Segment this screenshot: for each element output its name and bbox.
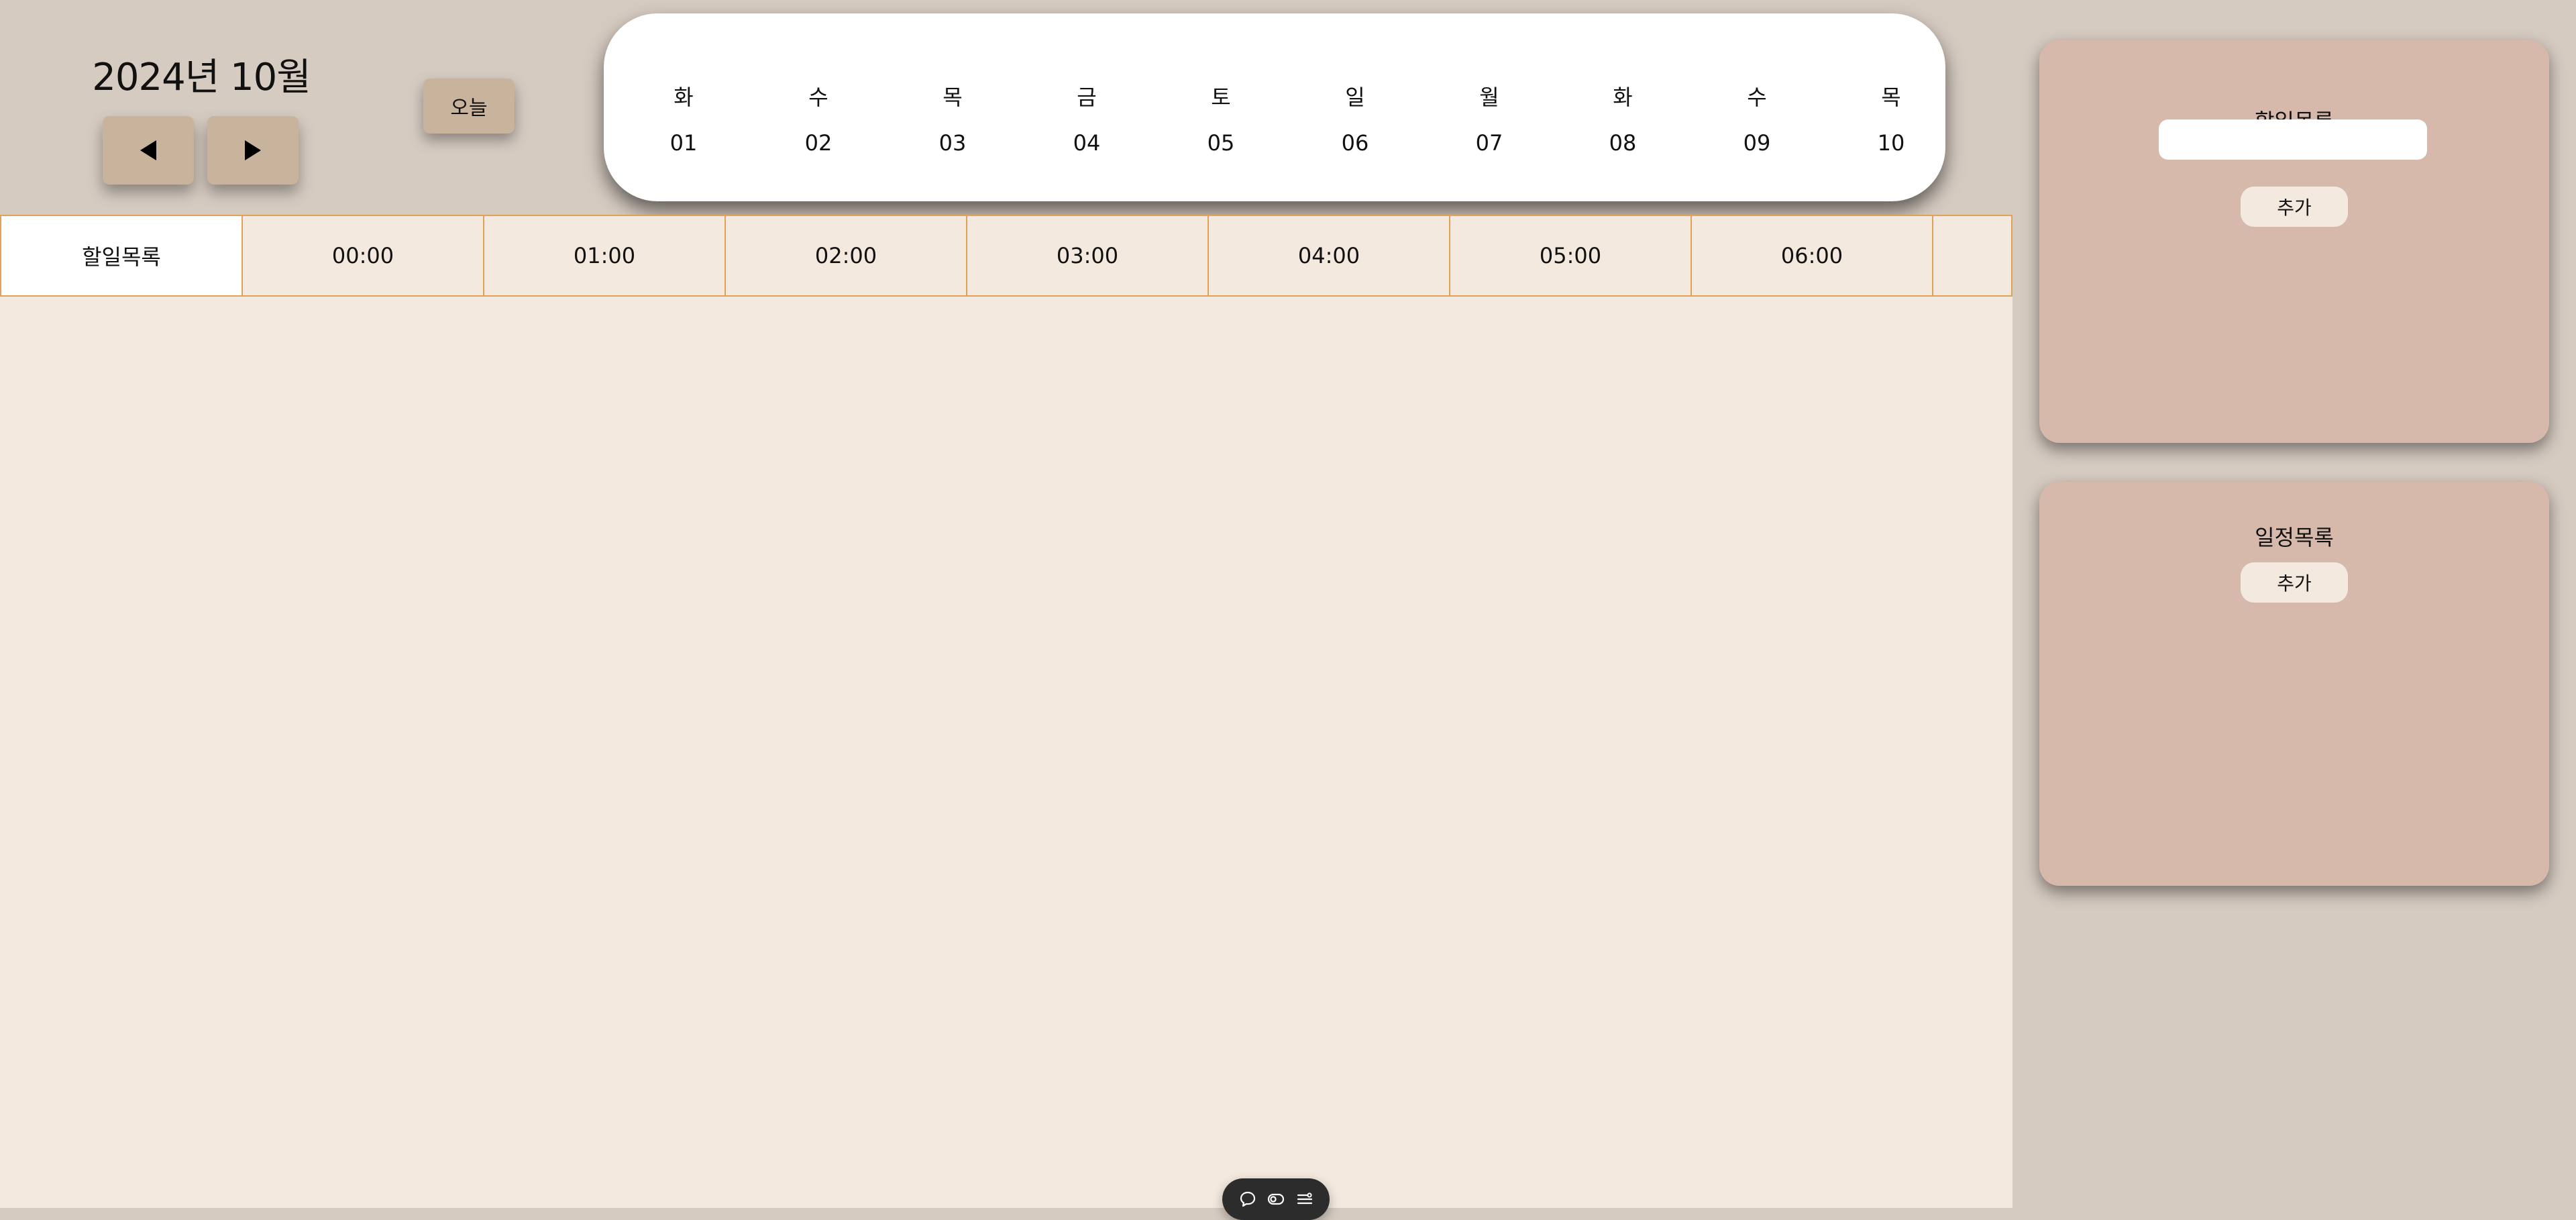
today-button[interactable]: 오늘 [423,79,515,134]
date-item[interactable]: 화 01 [643,13,724,201]
hour-header: 05:00 [1450,216,1692,295]
date-day: 10 [1877,130,1905,156]
date-weekday: 목 [1881,85,1901,110]
toggle-icon[interactable] [1266,1189,1286,1209]
chat-bubble-icon[interactable] [1238,1189,1258,1209]
date-weekday: 수 [808,85,828,110]
date-weekday: 목 [943,85,963,110]
timeline-header: 할일목록 00:00 01:00 02:00 03:00 04:00 05:00… [0,215,2012,297]
floating-toolbar [1222,1178,1330,1220]
triangle-right-icon [245,140,261,160]
schedule-add-button[interactable]: 추가 [2241,562,2348,603]
date-day: 04 [1073,130,1101,156]
hour-header: 04:00 [1209,216,1450,295]
hour-header: 02:00 [726,216,967,295]
date-day: 07 [1475,130,1503,156]
date-weekday: 일 [1345,85,1365,110]
date-item[interactable]: 월 07 [1449,13,1529,201]
date-weekday: 금 [1077,85,1097,110]
todo-panel: 할일목록 추가 [2039,40,2549,443]
hour-header-overflow [1933,216,2011,295]
date-day: 01 [669,130,698,156]
date-item[interactable]: 수 02 [778,13,859,201]
date-weekday: 수 [1747,85,1767,110]
date-day: 05 [1207,130,1235,156]
date-weekday: 토 [1211,85,1231,110]
hour-header: 00:00 [243,216,484,295]
todo-input[interactable] [2159,119,2427,160]
hour-header: 06:00 [1692,216,1933,295]
timeline-area: 할일목록 00:00 01:00 02:00 03:00 04:00 05:00… [0,215,2012,1220]
schedule-panel-title: 일정목록 [2255,525,2334,550]
date-weekday: 월 [1479,85,1499,110]
date-item[interactable]: 화 08 [1582,13,1663,201]
date-item[interactable]: 목 10 [1851,13,1931,201]
date-item[interactable]: 일 06 [1315,13,1395,201]
date-item[interactable]: 수 09 [1717,13,1797,201]
triangle-left-icon [140,140,156,160]
date-item[interactable]: 목 03 [912,13,993,201]
month-label: 2024년 10월 [92,56,311,99]
date-day: 03 [938,130,967,156]
prev-month-button[interactable] [103,116,194,185]
todo-add-button[interactable]: 추가 [2241,187,2348,227]
date-item[interactable]: 토 05 [1181,13,1261,201]
schedule-panel: 일정목록 추가 [2039,482,2549,886]
hour-header: 01:00 [484,216,726,295]
date-strip: 화 01 수 02 목 03 금 04 토 05 일 06 월 07 화 08 … [604,13,1945,201]
date-day: 02 [804,130,833,156]
date-item[interactable]: 금 04 [1046,13,1127,201]
next-month-button[interactable] [207,116,299,185]
date-weekday: 화 [674,85,694,110]
date-day: 06 [1341,130,1369,156]
list-settings-icon[interactable] [1295,1189,1315,1209]
date-day: 09 [1743,130,1771,156]
todo-column-header: 할일목록 [1,216,243,295]
date-weekday: 화 [1613,85,1633,110]
hour-header: 03:00 [967,216,1209,295]
date-day: 08 [1609,130,1637,156]
